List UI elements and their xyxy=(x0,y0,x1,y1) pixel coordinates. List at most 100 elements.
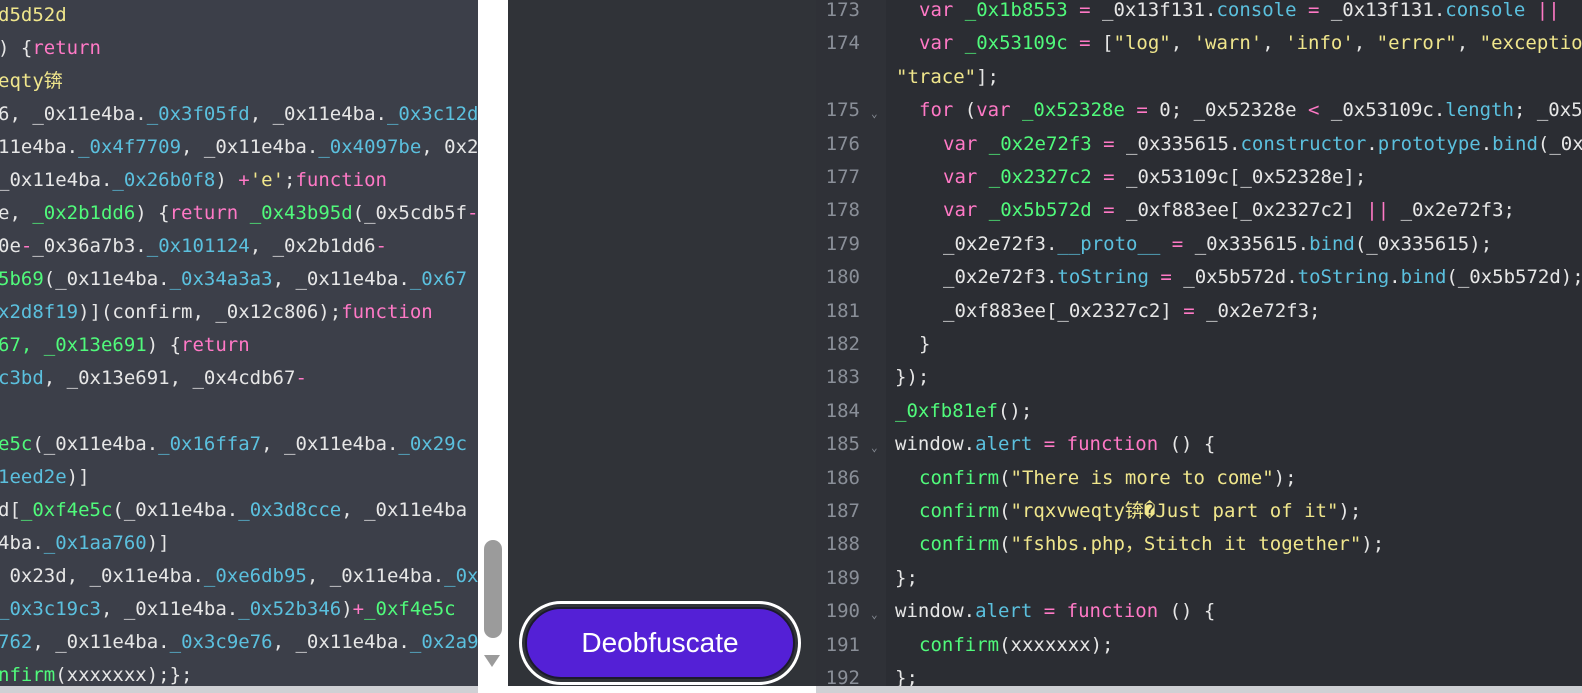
code-token: . xyxy=(66,136,79,158)
code-token: ) { xyxy=(135,202,170,224)
code-token: _0x2e72f3 xyxy=(943,266,1046,289)
code-token: confirm xyxy=(919,500,1000,522)
obfuscated-code-editor[interactable]: d5d52d) {return eqty锛 6, _0x11e4ba._0x3f05… xyxy=(0,0,478,686)
line-number: 192 xyxy=(825,667,860,686)
code-token: function xyxy=(1066,600,1159,623)
code-token: _0x3c12d xyxy=(386,103,478,125)
scroll-down-arrow-icon[interactable] xyxy=(484,655,500,667)
code-token: ]; xyxy=(976,65,999,88)
line-number: 182 xyxy=(825,333,860,355)
code-line: confirm("rqxvweqty锛�Just part of it"); xyxy=(919,495,1361,528)
code-token: = xyxy=(1032,600,1067,623)
line-number: 178 xyxy=(825,199,860,222)
code-token: , xyxy=(1456,32,1480,55)
code-token: return xyxy=(181,334,250,356)
code-token: ) xyxy=(215,169,239,191)
line-number: 173 xyxy=(825,0,860,21)
fold-chevron-icon[interactable]: ⌄ xyxy=(871,428,878,461)
code-line: 762, _0x11e4ba._0x3c9e76, _0x11e4ba._0x2… xyxy=(0,626,478,659)
code-line: d[_0xf4e5c(_0x11e4ba._0x3d8cce, _0x11e4b… xyxy=(0,494,467,527)
code-token: _0xe6db95 xyxy=(203,565,307,587)
code-token: [ xyxy=(1102,32,1114,55)
code-token: ( xyxy=(964,99,977,122)
code-token: , _0x11e4ba xyxy=(181,136,307,158)
code-token: 67, xyxy=(0,334,44,356)
code-token: , _0x13e691, _0x4cdb67 xyxy=(43,367,296,389)
code-token: prototype xyxy=(1377,132,1481,155)
code-line: _0x3c19c3, _0x11e4ba._0x52b346)+_0xf4e5c xyxy=(0,593,456,626)
code-token: _0x4097be xyxy=(318,136,422,158)
code-token: _0x52b346 xyxy=(238,598,342,620)
code-token: toString xyxy=(1057,266,1149,289)
code-line: 0e-_0x36a7b3._0x101124, _0x2b1dd6- xyxy=(0,230,387,263)
code-token: = xyxy=(1296,0,1331,21)
code-token: . xyxy=(1229,132,1241,155)
code-line: e5c(_0x11e4ba._0x16ffa7, _0x11e4ba._0x29… xyxy=(0,428,467,461)
code-token: < xyxy=(1308,99,1331,122)
code-token: . xyxy=(146,433,159,455)
deobfuscated-code-editor[interactable]: 173 174 175 ⌄ 176 177 178 179 180 181 182 183 184 185… xyxy=(816,0,1582,686)
code-token: _0x52328e xyxy=(1021,99,1125,122)
fold-chevron-icon[interactable]: ⌄ xyxy=(871,595,878,628)
code-token: = xyxy=(1124,99,1160,122)
code-token: _0x53109c[_0x52328e]; xyxy=(1126,166,1367,188)
code-token: _0x1aa760 xyxy=(43,532,147,554)
code-line: _0x11e4ba._0x26b0f8) +'e';function xyxy=(0,164,387,197)
code-token: . xyxy=(1045,232,1058,255)
code-token: _0x13e691 xyxy=(43,334,147,356)
code-token: _0xf883ee[_0x2327c2] xyxy=(1126,199,1367,222)
line-number: 179 xyxy=(825,232,860,255)
code-token: . xyxy=(963,600,976,623)
code-token: _0x335615 xyxy=(1126,132,1229,155)
code-token: - xyxy=(467,202,478,224)
left-horizontal-scrollbar[interactable] xyxy=(0,686,478,693)
line-number: 177 xyxy=(825,166,860,188)
code-token: "error" xyxy=(1376,32,1457,55)
code-token: . xyxy=(192,565,204,587)
deobfuscate-button[interactable]: Deobfuscate xyxy=(525,607,795,679)
code-token: . xyxy=(963,433,976,456)
code-line: window.alert = function () { xyxy=(895,428,1215,461)
code-token: . xyxy=(158,631,170,653)
bottom-scrollbar-strip xyxy=(0,686,1582,693)
code-token: . xyxy=(1297,232,1310,255)
code-token: . xyxy=(135,103,147,125)
code-token: || xyxy=(1525,0,1560,21)
code-token: 4ba xyxy=(0,532,33,554)
code-token: . xyxy=(100,169,113,191)
scrollbar-thumb[interactable] xyxy=(484,540,502,638)
code-token: (xxxxxxx); xyxy=(999,633,1114,656)
code-token: (); xyxy=(997,399,1033,422)
code-token: confirm xyxy=(919,466,1000,489)
line-number: 189 xyxy=(825,566,860,589)
right-horizontal-scrollbar[interactable] xyxy=(816,686,1582,693)
code-token: ( xyxy=(999,466,1011,489)
code-token: "rqxvweqty锛�Just part of it" xyxy=(1010,500,1339,522)
code-line: x2d8f19)](confirm, _0x12c806);function xyxy=(0,296,433,329)
code-token: alert xyxy=(975,433,1033,456)
code-token: _0x101124 xyxy=(146,235,250,257)
line-number: 176 xyxy=(825,132,860,155)
code-token: . xyxy=(398,631,410,653)
code-token: ( xyxy=(999,500,1011,522)
code-token: var xyxy=(919,32,965,55)
line-number: 191 xyxy=(825,633,860,656)
code-token: . xyxy=(1389,266,1401,289)
code-token: var xyxy=(943,166,989,188)
code-token: _0x11e4ba xyxy=(0,169,101,191)
code-token: _0x13f131 xyxy=(1102,0,1205,21)
code-token: () { xyxy=(1158,600,1216,623)
code-token: ); xyxy=(1338,500,1362,522)
code-token: _0x xyxy=(444,565,478,587)
fold-chevron-icon[interactable]: ⌄ xyxy=(871,94,878,127)
code-token: _0x3c19c3 xyxy=(0,598,101,620)
code-token: . xyxy=(375,103,387,125)
code-line: _0x2e72f3.__proto__ = _0x335615.bind(_0x… xyxy=(943,228,1492,261)
code-line: 0x23d, _0x11e4ba._0xe6db95, _0x11e4ba._0… xyxy=(0,560,478,593)
code-line: 4ba._0x1aa760)] xyxy=(0,527,170,560)
code-token: . xyxy=(32,532,44,554)
code-token: } xyxy=(919,333,931,355)
line-number: 184 xyxy=(825,399,860,422)
code-token: _0x2e72f3 xyxy=(988,132,1092,155)
code-token: - xyxy=(375,235,387,257)
